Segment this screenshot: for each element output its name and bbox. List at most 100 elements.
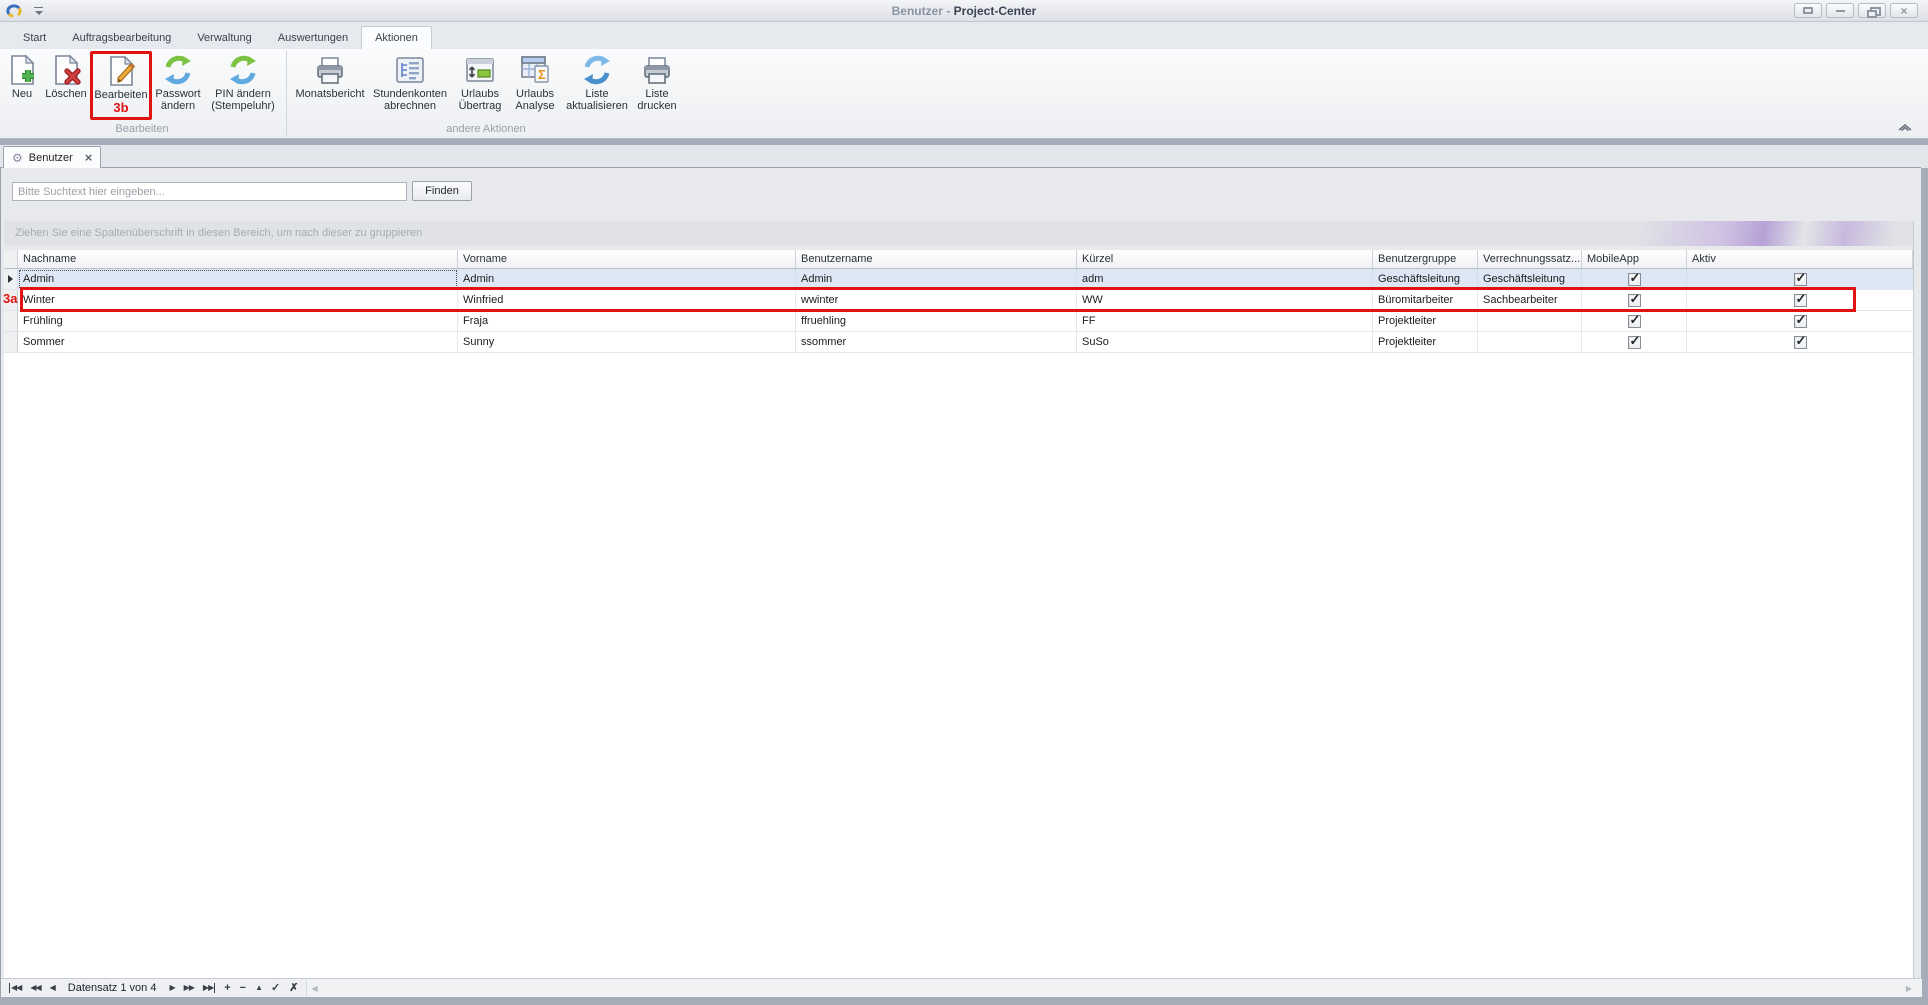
table-row-fruehling[interactable]: Frühling Fraja ffruehling FF Projektleit… <box>4 311 1913 332</box>
prev-page-button[interactable]: ◀◀ <box>30 983 40 993</box>
next-page-button[interactable]: ▶▶ <box>184 983 194 993</box>
liste-drucken-button[interactable]: Liste drucken <box>633 51 681 112</box>
cell-mobileapp[interactable]: ✓ <box>1582 311 1687 331</box>
cell-mobileapp[interactable]: ✓ <box>1582 332 1687 352</box>
header-vorname[interactable]: Vorname <box>458 250 796 268</box>
tab-auftragsbearbeitung[interactable]: Auftragsbearbeitung <box>59 27 184 49</box>
tab-verwaltung[interactable]: Verwaltung <box>184 27 264 49</box>
cell-aktiv[interactable]: ✓ <box>1687 311 1913 331</box>
scroll-right-icon[interactable]: ▶ <box>1906 984 1912 993</box>
cell-nachname[interactable]: Winter <box>18 290 458 310</box>
record-count-text: Datensatz 1 von 4 <box>64 982 161 994</box>
cell-vorname[interactable]: Admin <box>458 269 796 289</box>
cell-benutzername[interactable]: ffruehling <box>796 311 1077 331</box>
first-record-button[interactable]: ◀◀ <box>9 983 21 993</box>
next-record-button[interactable]: ▶ <box>169 983 174 993</box>
header-verrechnungssatz[interactable]: Verrechnungssatz... <box>1478 250 1582 268</box>
cell-vorname[interactable]: Winfried <box>458 290 796 310</box>
urlaubs-analyse-button[interactable]: Σ Urlaubs Analyse <box>509 51 561 112</box>
table-row-admin[interactable]: Admin Admin Admin adm Geschäftsleitung G… <box>4 269 1913 290</box>
checkbox-checked[interactable]: ✓ <box>1794 294 1807 307</box>
passwort-aendern-button[interactable]: Passwort ändern <box>152 51 204 112</box>
checkbox-checked[interactable]: ✓ <box>1628 273 1641 286</box>
table-row-winter[interactable]: Winter Winfried wwinter WW Büromitarbeit… <box>4 290 1913 311</box>
cell-verrechnungssatz[interactable]: Sachbearbeiter <box>1478 290 1582 310</box>
grid-header-row: Nachname Vorname Benutzername Kürzel Ben… <box>4 250 1913 269</box>
tab-aktionen[interactable]: Aktionen <box>361 26 432 49</box>
liste-aktualisieren-button[interactable]: Liste aktualisieren <box>561 51 633 112</box>
display-mode-button[interactable] <box>1794 3 1822 18</box>
tab-benutzer[interactable]: ⚙ Benutzer × <box>3 146 101 168</box>
cell-aktiv[interactable]: ✓ <box>1687 332 1913 352</box>
restore-button[interactable] <box>1858 3 1886 18</box>
group-by-bar[interactable]: Ziehen Sie eine Spaltenüberschrift in di… <box>4 221 1913 246</box>
bearbeiten-button[interactable]: Bearbeiten 3b <box>90 51 152 120</box>
cell-benutzergruppe[interactable]: Büromitarbeiter <box>1373 290 1478 310</box>
finden-button[interactable]: Finden <box>412 181 472 201</box>
append-record-button[interactable]: + <box>224 983 230 993</box>
cell-aktiv[interactable]: ✓ <box>1687 269 1913 289</box>
pin-aendern-button[interactable]: PIN ändern (Stempeluhr) <box>204 51 282 112</box>
cell-kuerzel[interactable]: FF <box>1077 311 1373 331</box>
checkbox-checked[interactable]: ✓ <box>1794 315 1807 328</box>
tab-start[interactable]: Start <box>10 27 59 49</box>
cell-benutzername[interactable]: ssommer <box>796 332 1077 352</box>
cell-nachname[interactable]: Admin <box>18 269 458 289</box>
tab-close-icon[interactable]: × <box>85 150 93 165</box>
delete-record-button[interactable]: − <box>240 983 246 993</box>
minimize-button[interactable] <box>1826 3 1854 18</box>
header-benutzername[interactable]: Benutzername <box>796 250 1077 268</box>
header-aktiv[interactable]: Aktiv <box>1687 250 1913 268</box>
check-icon: ✓ <box>1796 333 1807 349</box>
prev-record-button[interactable]: ◀ <box>50 983 55 993</box>
cell-benutzername[interactable]: Admin <box>796 269 1077 289</box>
last-record-button[interactable]: ▶▶ <box>203 983 215 993</box>
cancel-edit-button[interactable]: ✗ <box>289 983 298 993</box>
table-sigma-icon: Σ <box>519 54 551 86</box>
post-edit-button[interactable]: ✓ <box>271 983 280 993</box>
cell-benutzergruppe[interactable]: Projektleiter <box>1373 332 1478 352</box>
loeschen-button[interactable]: Löschen <box>42 51 90 100</box>
header-mobileapp[interactable]: MobileApp <box>1582 250 1687 268</box>
cell-kuerzel[interactable]: SuSo <box>1077 332 1373 352</box>
header-nachname[interactable]: Nachname <box>18 250 458 268</box>
checkbox-checked[interactable]: ✓ <box>1628 294 1641 307</box>
header-kuerzel[interactable]: Kürzel <box>1077 250 1373 268</box>
monatsbericht-label: Monatsbericht <box>295 88 364 100</box>
table-row-sommer[interactable]: Sommer Sunny ssommer SuSo Projektleiter … <box>4 332 1913 353</box>
cell-kuerzel[interactable]: WW <box>1077 290 1373 310</box>
neu-button[interactable]: Neu <box>2 51 42 100</box>
edit-record-button[interactable]: ▲ <box>255 983 262 993</box>
window-title-context: Benutzer - <box>892 4 954 18</box>
tab-auswertungen[interactable]: Auswertungen <box>265 27 361 49</box>
cell-verrechnungssatz[interactable] <box>1478 311 1582 331</box>
cell-benutzergruppe[interactable]: Projektleiter <box>1373 311 1478 331</box>
header-benutzergruppe[interactable]: Benutzergruppe <box>1373 250 1478 268</box>
stundenkonten-abrechnen-button[interactable]: Stundenkonten abrechnen <box>369 51 451 112</box>
cell-verrechnungssatz[interactable]: Geschäftsleitung <box>1478 269 1582 289</box>
urlaubs-uebertrag-button[interactable]: Urlaubs Übertrag <box>451 51 509 112</box>
monatsbericht-button[interactable]: Monatsbericht <box>291 51 369 100</box>
cell-nachname[interactable]: Sommer <box>18 332 458 352</box>
cell-nachname[interactable]: Frühling <box>18 311 458 331</box>
cell-vorname[interactable]: Fraja <box>458 311 796 331</box>
search-input[interactable] <box>12 182 407 201</box>
cell-mobileapp[interactable]: ✓ <box>1582 269 1687 289</box>
cell-benutzername[interactable]: wwinter <box>796 290 1077 310</box>
close-button[interactable]: × <box>1890 3 1918 18</box>
cell-vorname[interactable]: Sunny <box>458 332 796 352</box>
scroll-left-icon[interactable]: ◀ <box>311 984 317 993</box>
checkbox-checked[interactable]: ✓ <box>1628 315 1641 328</box>
collapse-ribbon-icon[interactable] <box>1896 121 1914 133</box>
checkbox-checked[interactable]: ✓ <box>1794 273 1807 286</box>
cell-verrechnungssatz[interactable] <box>1478 332 1582 352</box>
cell-benutzergruppe[interactable]: Geschäftsleitung <box>1373 269 1478 289</box>
record-navigator: ◀◀ ◀◀ ◀ Datensatz 1 von 4 ▶ ▶▶ ▶▶ + − ▲ … <box>1 982 298 994</box>
check-icon: ✓ <box>1796 312 1807 328</box>
checkbox-checked[interactable]: ✓ <box>1794 336 1807 349</box>
horizontal-scrollbar[interactable]: ◀ ▶ <box>306 980 1922 997</box>
checkbox-checked[interactable]: ✓ <box>1628 336 1641 349</box>
cell-aktiv[interactable]: ✓ <box>1687 290 1913 310</box>
cell-mobileapp[interactable]: ✓ <box>1582 290 1687 310</box>
cell-kuerzel[interactable]: adm <box>1077 269 1373 289</box>
